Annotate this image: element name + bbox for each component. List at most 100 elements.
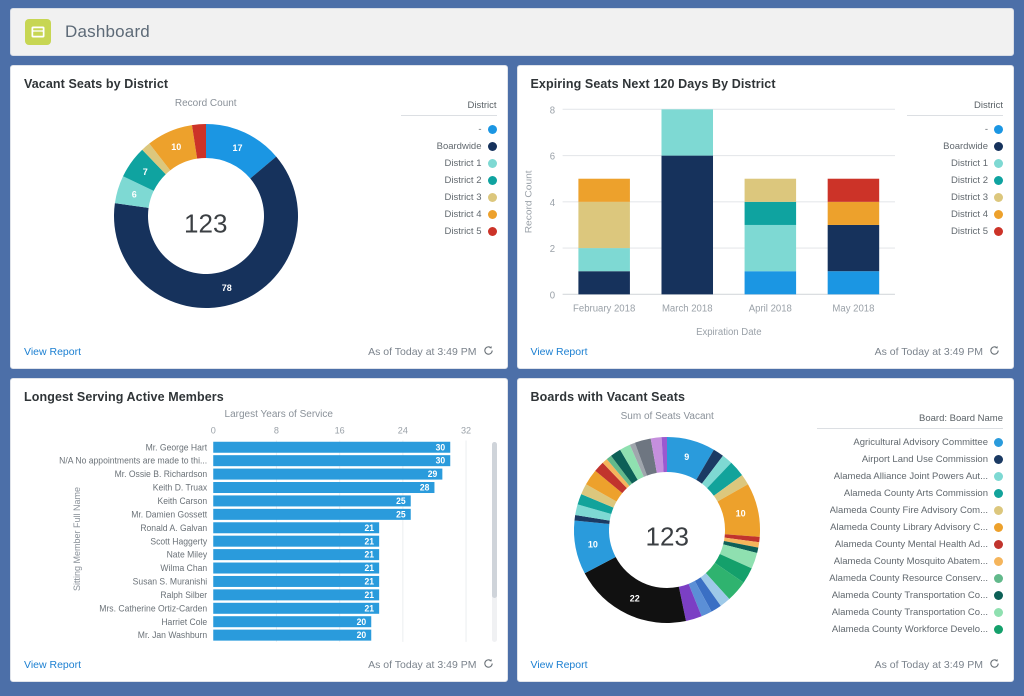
view-report-link[interactable]: View Report xyxy=(531,659,588,671)
as-of-status: As of Today at 3:49 PM xyxy=(875,345,1000,359)
svg-text:Harriet Cole: Harriet Cole xyxy=(161,617,207,627)
legend-color-swatch xyxy=(994,176,1003,185)
legend-item[interactable]: - xyxy=(401,121,497,138)
legend-item-label: Alameda County Fire Advisory Com... xyxy=(829,505,988,516)
donut-svg: 9 10 22 10 xyxy=(574,437,761,623)
legend-item-label: Alameda County Mosquito Abatem... xyxy=(833,556,988,567)
donut-chart-boards-vacant[interactable]: Sum of Seats Vacant 9 10 22 10 123 xyxy=(518,407,818,655)
legend-item-label: Alameda County Mental Health Ad... xyxy=(834,539,988,550)
svg-text:Mr. Ossie B. Richardson: Mr. Ossie B. Richardson xyxy=(115,469,208,479)
donut-chart-vacant-seats[interactable]: Record Count 17 78 6 7 10 123 xyxy=(11,94,401,342)
legend-item-label: District 4 xyxy=(951,209,988,220)
legend-item[interactable]: Alameda County Mosquito Abatem... xyxy=(817,553,1003,570)
svg-text:21: 21 xyxy=(365,550,375,560)
legend-color-swatch xyxy=(994,591,1003,600)
legend-item[interactable]: Alameda County Transportation Co... xyxy=(817,604,1003,621)
legend-item[interactable]: District 5 xyxy=(907,223,1003,240)
view-report-link[interactable]: View Report xyxy=(24,346,81,358)
legend-item[interactable]: District 3 xyxy=(401,189,497,206)
legend-item-label: District 1 xyxy=(951,158,988,169)
page-title: Dashboard xyxy=(65,22,150,41)
legend-board-name: Board: Board Name Agricultural Advisory … xyxy=(817,407,1013,655)
as-of-text: As of Today at 3:49 PM xyxy=(874,659,983,671)
legend-item[interactable]: Boardwide xyxy=(401,138,497,155)
legend-color-swatch xyxy=(994,557,1003,566)
legend-item[interactable]: District 4 xyxy=(401,206,497,223)
legend-items: Agricultural Advisory Committee Airport L… xyxy=(817,434,1003,638)
view-report-link[interactable]: View Report xyxy=(24,659,81,671)
legend-item[interactable]: District 4 xyxy=(907,206,1003,223)
panel-footer: View Report As of Today at 3:49 PM xyxy=(518,655,1014,681)
chart-subtitle: Sum of Seats Vacant xyxy=(620,411,714,422)
svg-text:April 2018: April 2018 xyxy=(748,303,792,314)
svg-text:February 2018: February 2018 xyxy=(573,303,636,314)
as-of-text: As of Today at 3:49 PM xyxy=(368,346,477,358)
legend-item[interactable]: Alameda County Library Advisory C... xyxy=(817,519,1003,536)
svg-text:10: 10 xyxy=(171,142,181,152)
dashboard-grid: Vacant Seats by District Record Count 17… xyxy=(10,65,1014,682)
legend-color-swatch xyxy=(994,625,1003,634)
legend-color-swatch xyxy=(994,193,1003,202)
svg-text:24: 24 xyxy=(398,425,408,435)
legend-item-label: District 3 xyxy=(444,192,482,203)
svg-text:7: 7 xyxy=(142,167,147,177)
refresh-icon[interactable] xyxy=(989,345,1000,359)
legend-item[interactable]: Alameda County Resource Conserv... xyxy=(817,570,1003,587)
legend-item[interactable]: Alameda County Mental Health Ad... xyxy=(817,536,1003,553)
legend-item[interactable]: District 2 xyxy=(401,172,497,189)
panel-body: Largest Years of Service Sitting Member … xyxy=(11,407,507,655)
view-report-link[interactable]: View Report xyxy=(531,346,588,358)
legend-title: District xyxy=(400,100,497,116)
horizontal-bar-svg: 0 8 16 24 32 Mr. George Hart 30 N/A No appointm… xyxy=(59,425,471,642)
legend-item[interactable]: District 1 xyxy=(907,155,1003,172)
horizontal-bar-chart-longest-serving[interactable]: Largest Years of Service Sitting Member … xyxy=(11,407,507,655)
panel-boards-with-vacant-seats: Boards with Vacant Seats Sum of Seats Va… xyxy=(516,378,1014,682)
legend-item-label: - xyxy=(478,124,482,135)
svg-text:6: 6 xyxy=(131,189,136,199)
svg-text:22: 22 xyxy=(630,593,640,603)
legend-item[interactable]: Agricultural Advisory Committee xyxy=(817,434,1003,451)
legend-item-label: District 1 xyxy=(444,158,482,169)
svg-text:21: 21 xyxy=(365,576,375,586)
legend-color-swatch xyxy=(994,523,1003,532)
legend-item-label: District 3 xyxy=(951,192,988,203)
svg-text:N/A No appointments are made t: N/A No appointments are made to thi... xyxy=(59,456,207,466)
legend-item[interactable]: Alameda County Workforce Develo... xyxy=(817,621,1003,638)
legend-color-swatch xyxy=(994,455,1003,464)
refresh-icon[interactable] xyxy=(989,658,1000,672)
legend-item[interactable]: - xyxy=(907,121,1003,138)
legend-item-label: District 4 xyxy=(444,209,482,220)
svg-text:2: 2 xyxy=(549,244,554,255)
legend-color-swatch xyxy=(487,210,497,219)
stacked-bar-chart-expiring-seats[interactable]: 0 2 4 6 8 February 2018 March 2018 April 2018 Ma… xyxy=(518,94,908,342)
svg-text:March 2018: March 2018 xyxy=(661,303,712,314)
legend-item[interactable]: Alameda County Arts Commission xyxy=(817,485,1003,502)
legend-color-swatch xyxy=(487,142,497,151)
legend-item-label: - xyxy=(984,124,988,135)
legend-item[interactable]: Alameda Alliance Joint Powers Aut... xyxy=(817,468,1003,485)
legend-color-swatch xyxy=(487,125,497,134)
svg-text:Mr. Damien Gossett: Mr. Damien Gossett xyxy=(131,509,207,519)
chart-scrollbar[interactable] xyxy=(491,442,497,642)
legend-item[interactable]: Airport Land Use Commission xyxy=(817,451,1003,468)
dashboard-icon xyxy=(25,19,51,45)
svg-text:21: 21 xyxy=(365,563,375,573)
legend-item[interactable]: Alameda County Transportation Co... xyxy=(817,587,1003,604)
legend-item[interactable]: District 1 xyxy=(401,155,497,172)
legend-item[interactable]: District 5 xyxy=(401,223,497,240)
chart-subtitle: Record Count xyxy=(174,98,237,109)
svg-text:0: 0 xyxy=(211,425,216,435)
legend-item[interactable]: Alameda County Fire Advisory Com... xyxy=(817,502,1003,519)
refresh-icon[interactable] xyxy=(483,345,494,359)
legend-item[interactable]: District 2 xyxy=(907,172,1003,189)
legend-item[interactable]: District 3 xyxy=(907,189,1003,206)
app-header: Dashboard xyxy=(10,8,1014,56)
legend-item[interactable]: Boardwide xyxy=(907,138,1003,155)
svg-text:Expiration Date: Expiration Date xyxy=(696,327,762,338)
legend-color-swatch xyxy=(487,159,497,168)
chart-scrollbar-thumb[interactable] xyxy=(491,442,497,598)
svg-text:78: 78 xyxy=(222,283,232,293)
svg-text:32: 32 xyxy=(461,425,471,435)
refresh-icon[interactable] xyxy=(483,658,494,672)
legend-item-label: District 5 xyxy=(444,226,482,237)
